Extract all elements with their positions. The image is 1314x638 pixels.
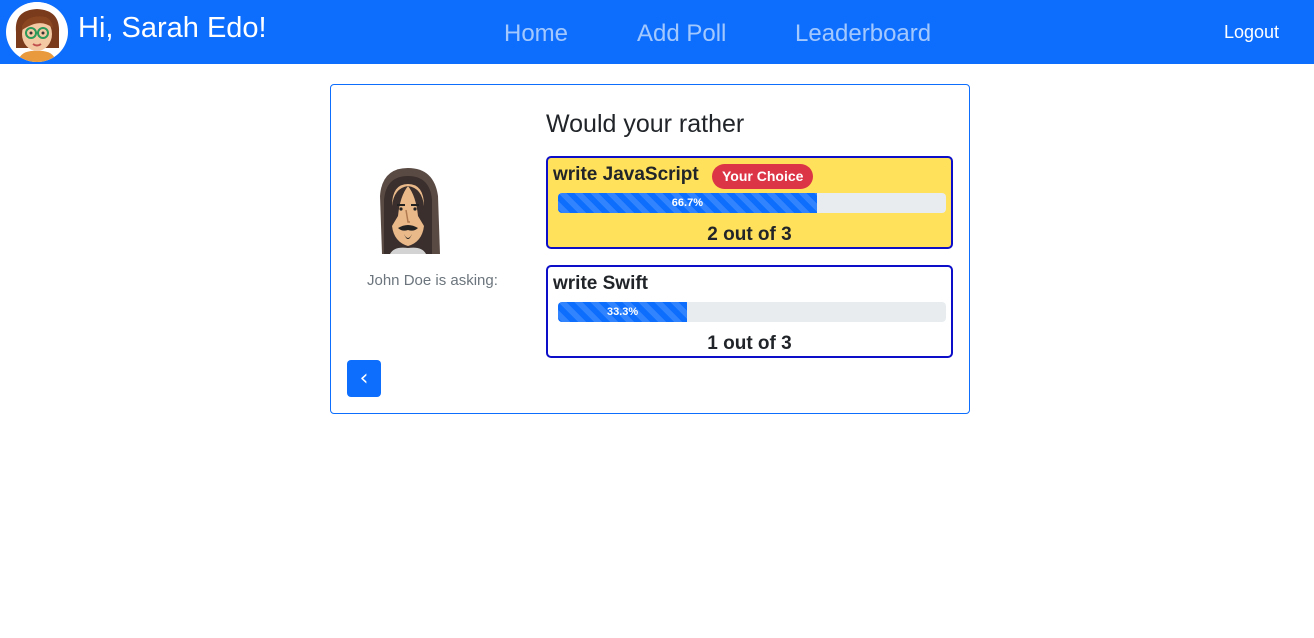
option-text: write JavaScript [553,164,699,185]
nav-add-poll-link[interactable]: Add Poll [637,20,726,48]
greeting: Hi, Sarah Edo! [78,12,267,44]
back-button[interactable]: ‹ [347,360,381,397]
progress-bar: 66.7% [558,193,817,213]
author-asking-label: John Doe is asking: [367,272,498,289]
your-choice-badge: Your Choice [712,164,814,189]
option-text: write Swift [553,273,649,294]
progress-track: 66.7% [558,193,946,213]
navbar: Hi, Sarah Edo! Home Add Poll Leaderboard… [0,0,1314,64]
user-avatar [6,2,68,62]
chevron-left-icon: ‹ [359,366,369,391]
poll-question: Would your rather [546,110,745,138]
nav-home-link[interactable]: Home [504,20,568,48]
man-avatar-icon [380,168,440,254]
poll-option-2[interactable]: write Swift 33.3% 1 out of 3 [546,265,953,358]
woman-avatar-icon [7,2,67,62]
vote-count: 2 out of 3 [707,224,792,245]
poll-option-1[interactable]: write JavaScript Your Choice 66.7% 2 out… [546,156,953,249]
nav-leaderboard-link[interactable]: Leaderboard [795,20,931,48]
progress-track: 33.3% [558,302,946,322]
logout-button[interactable]: Logout [1224,22,1279,43]
progress-bar: 33.3% [558,302,688,322]
author-avatar [370,166,446,254]
vote-count: 1 out of 3 [707,333,792,354]
